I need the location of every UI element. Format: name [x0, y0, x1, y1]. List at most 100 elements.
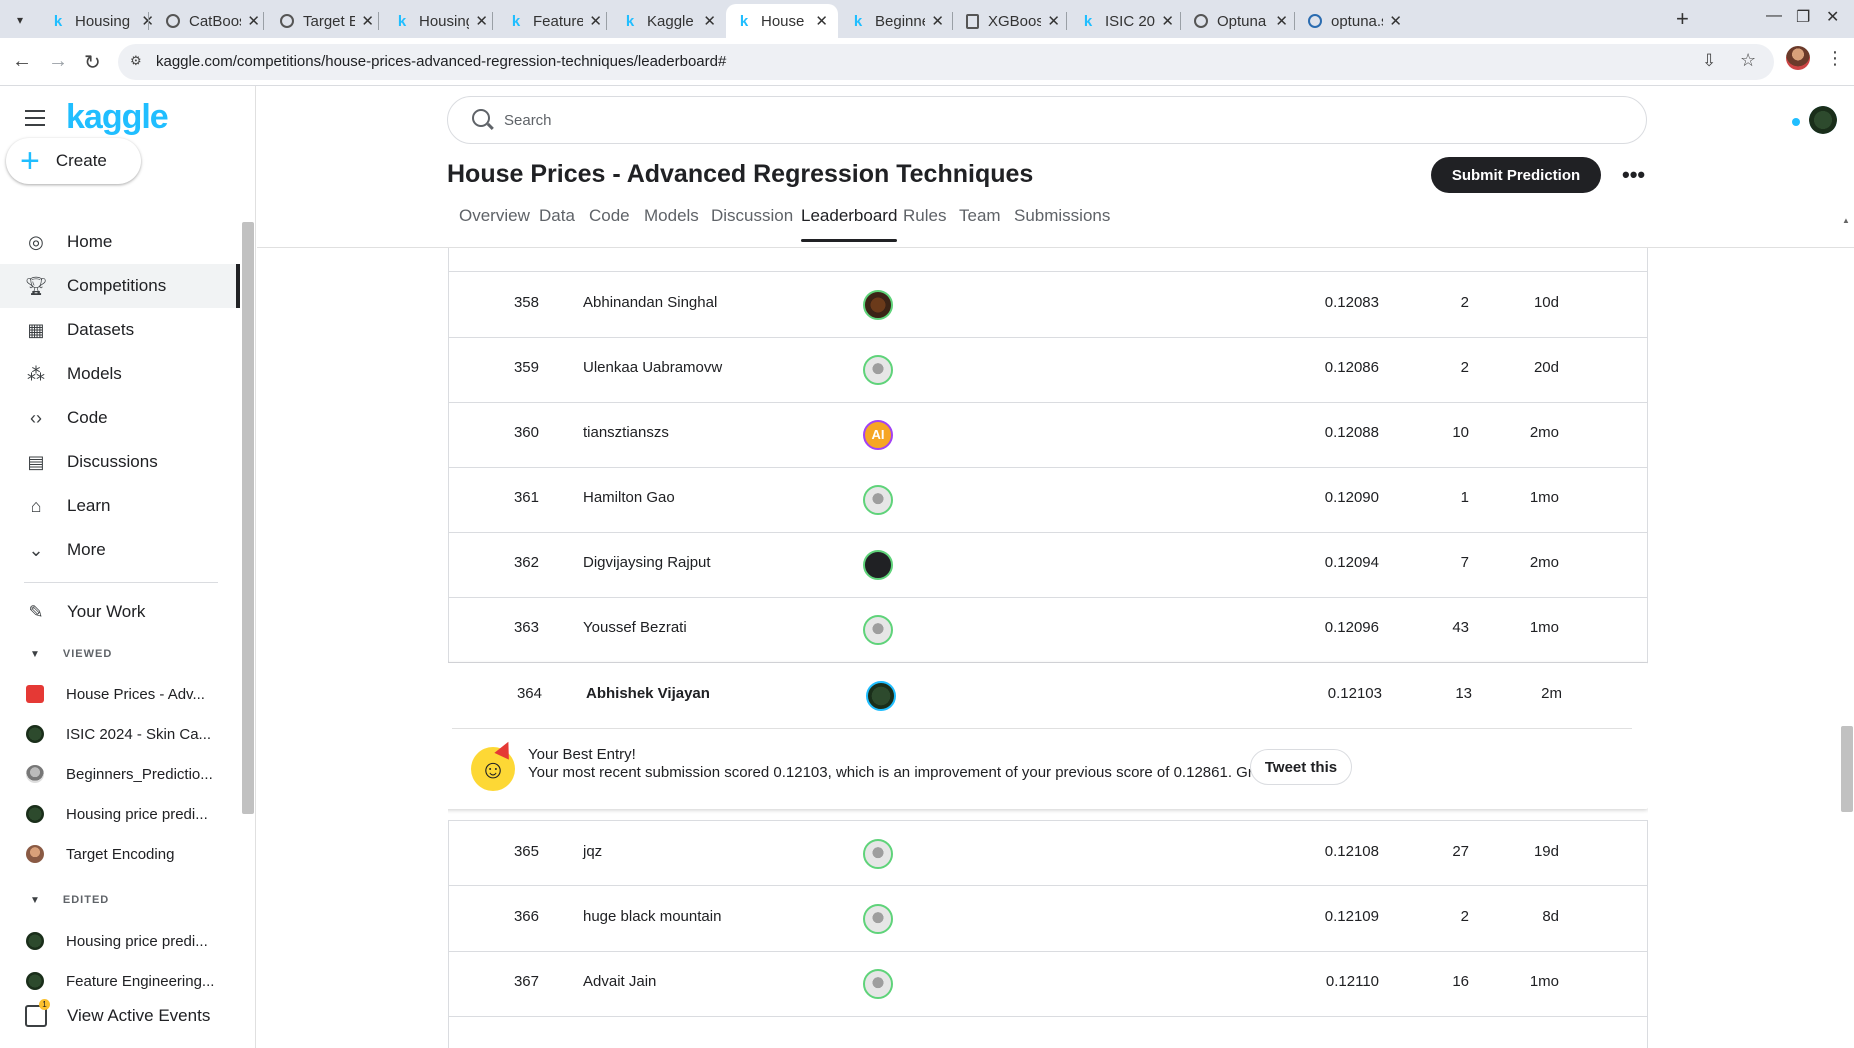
- table-row[interactable]: 363 Youssef Bezrati 0.12096 43 1mo: [448, 597, 1648, 663]
- table-row[interactable]: 365 jqz 0.12108 27 19d: [448, 820, 1648, 886]
- install-icon[interactable]: ⇩: [1702, 51, 1716, 71]
- kaggle-logo[interactable]: kaggle: [66, 98, 169, 137]
- avatar[interactable]: [863, 969, 893, 999]
- tab-search-icon[interactable]: ▾: [8, 8, 32, 32]
- browser-tab[interactable]: k Housing p ✕: [384, 4, 498, 38]
- submit-prediction-button[interactable]: Submit Prediction: [1431, 157, 1601, 193]
- viewed-section-header[interactable]: ▼ VIEWED: [30, 648, 112, 660]
- team-name[interactable]: huge black mountain: [583, 908, 721, 925]
- bookmark-star-icon[interactable]: ☆: [1740, 50, 1756, 71]
- browser-tab[interactable]: optuna.st ✕: [1298, 4, 1412, 38]
- team-name[interactable]: Abhinandan Singhal: [583, 294, 717, 311]
- browser-tab[interactable]: k ISIC 2024 ✕: [1070, 4, 1184, 38]
- sidebar-item-learn[interactable]: ⌂ Learn: [0, 484, 240, 528]
- tweet-button[interactable]: Tweet this: [1250, 749, 1352, 785]
- team-name[interactable]: Ulenkaa Uabramovw: [583, 359, 722, 376]
- close-icon[interactable]: ✕: [361, 12, 374, 30]
- tab-overview[interactable]: Overview: [459, 206, 530, 226]
- recent-item[interactable]: House Prices - Adv...: [0, 677, 240, 711]
- team-name[interactable]: Advait Jain: [583, 973, 656, 990]
- close-icon[interactable]: ✕: [1275, 12, 1288, 30]
- tab-discussion[interactable]: Discussion: [711, 206, 793, 226]
- profile-avatar[interactable]: [1786, 46, 1810, 70]
- recent-item[interactable]: Beginners_Predictio...: [0, 757, 240, 791]
- search-bar[interactable]: Search: [447, 96, 1647, 144]
- avatar[interactable]: [863, 904, 893, 934]
- table-row[interactable]: 361 Hamilton Gao 0.12090 1 1mo: [448, 467, 1648, 533]
- close-icon[interactable]: ✕: [931, 12, 944, 30]
- table-row[interactable]: 358 Abhinandan Singhal 0.12083 2 10d: [448, 272, 1648, 338]
- minimize-icon[interactable]: —: [1766, 7, 1782, 25]
- close-icon[interactable]: ✕: [475, 12, 488, 30]
- create-button[interactable]: + Create: [6, 138, 141, 184]
- table-row[interactable]: [448, 1016, 1648, 1048]
- close-icon[interactable]: ✕: [1047, 12, 1060, 30]
- table-row[interactable]: [448, 248, 1648, 272]
- tab-code[interactable]: Code: [589, 206, 630, 226]
- scroll-up-icon[interactable]: ▲: [1842, 216, 1850, 225]
- table-row[interactable]: 359 Ulenkaa Uabramovw 0.12086 2 20d: [448, 337, 1648, 403]
- sidebar-item-code[interactable]: ‹› Code: [0, 396, 240, 440]
- browser-tab[interactable]: k Beginner ✕: [840, 4, 954, 38]
- close-window-icon[interactable]: ✕: [1826, 7, 1839, 27]
- more-options-icon[interactable]: •••: [1622, 162, 1645, 188]
- table-row[interactable]: 367 Advait Jain 0.12110 16 1mo: [448, 951, 1648, 1017]
- sidebar-item-models[interactable]: ⁂ Models: [0, 352, 240, 396]
- avatar[interactable]: [863, 839, 893, 869]
- sidebar-item-datasets[interactable]: ▦ Datasets: [0, 308, 240, 352]
- table-row[interactable]: 360 tiansztianszs AI 0.12088 10 2mo: [448, 402, 1648, 468]
- browser-tab[interactable]: k Feature E ✕: [498, 4, 612, 38]
- browser-tab-active[interactable]: k House Pri ✕: [726, 4, 838, 38]
- close-icon[interactable]: ✕: [1161, 12, 1174, 30]
- tab-leaderboard[interactable]: Leaderboard: [801, 206, 898, 242]
- avatar[interactable]: [866, 681, 896, 711]
- table-row[interactable]: 366 huge black mountain 0.12109 2 8d: [448, 886, 1648, 952]
- sidebar-item-your-work[interactable]: ✎ Your Work: [0, 590, 240, 634]
- hamburger-menu-icon[interactable]: [25, 110, 45, 126]
- team-name[interactable]: Youssef Bezrati: [583, 619, 687, 636]
- view-active-events[interactable]: 1 View Active Events: [0, 998, 240, 1034]
- sidebar-item-discussions[interactable]: ▤ Discussions: [0, 440, 240, 484]
- table-row-me[interactable]: 364 Abhishek Vijayan 0.12103 13 2m: [452, 663, 1647, 729]
- recent-item[interactable]: Housing price predi...: [0, 797, 240, 831]
- edited-section-header[interactable]: ▼ EDITED: [30, 894, 109, 906]
- sidebar-item-competitions[interactable]: 🏆︎ Competitions: [0, 264, 240, 308]
- avatar[interactable]: [863, 355, 893, 385]
- browser-tab[interactable]: Target En ✕: [270, 4, 384, 38]
- avatar[interactable]: [863, 615, 893, 645]
- sidebar-scrollbar[interactable]: [242, 222, 254, 814]
- sidebar-item-home[interactable]: ◎ Home: [0, 220, 240, 264]
- close-icon[interactable]: ✕: [703, 12, 716, 30]
- avatar[interactable]: [863, 290, 893, 320]
- avatar[interactable]: [863, 550, 893, 580]
- tab-team[interactable]: Team: [959, 206, 1001, 226]
- tab-submissions[interactable]: Submissions: [1014, 206, 1110, 226]
- browser-tab[interactable]: CatBoost ✕: [156, 4, 270, 38]
- tab-data[interactable]: Data: [539, 206, 575, 226]
- team-name[interactable]: Digvijaysing Rajput: [583, 554, 711, 571]
- close-icon[interactable]: ✕: [247, 12, 260, 30]
- team-name[interactable]: tiansztianszs: [583, 424, 669, 441]
- recent-item[interactable]: Feature Engineering...: [0, 964, 240, 998]
- site-info-icon[interactable]: ⚙: [130, 53, 146, 69]
- page-scrollbar[interactable]: [1841, 726, 1853, 812]
- restore-icon[interactable]: ❐: [1796, 7, 1810, 27]
- avatar[interactable]: AI: [863, 420, 893, 450]
- tab-models[interactable]: Models: [644, 206, 699, 226]
- url-field[interactable]: ⚙ kaggle.com/competitions/house-prices-a…: [118, 44, 1774, 80]
- recent-item[interactable]: Housing price predi...: [0, 924, 240, 958]
- new-tab-icon[interactable]: +: [1676, 6, 1689, 32]
- user-avatar[interactable]: [1809, 106, 1837, 134]
- back-icon[interactable]: ←: [12, 50, 32, 73]
- close-icon[interactable]: ✕: [589, 12, 602, 30]
- team-name[interactable]: Abhishek Vijayan: [586, 685, 710, 702]
- team-name[interactable]: jqz: [583, 843, 602, 860]
- forward-icon[interactable]: →: [48, 50, 68, 73]
- reload-icon[interactable]: ↻: [84, 50, 101, 75]
- tab-rules[interactable]: Rules: [903, 206, 946, 226]
- sidebar-item-more[interactable]: ⌄ More: [0, 528, 240, 572]
- browser-tab[interactable]: k Kaggle N ✕: [612, 4, 726, 38]
- table-row[interactable]: 362 Digvijaysing Rajput 0.12094 7 2mo: [448, 532, 1648, 598]
- browser-tab[interactable]: Optuna T ✕: [1184, 4, 1298, 38]
- browser-tab[interactable]: XGBoost ✕: [956, 4, 1070, 38]
